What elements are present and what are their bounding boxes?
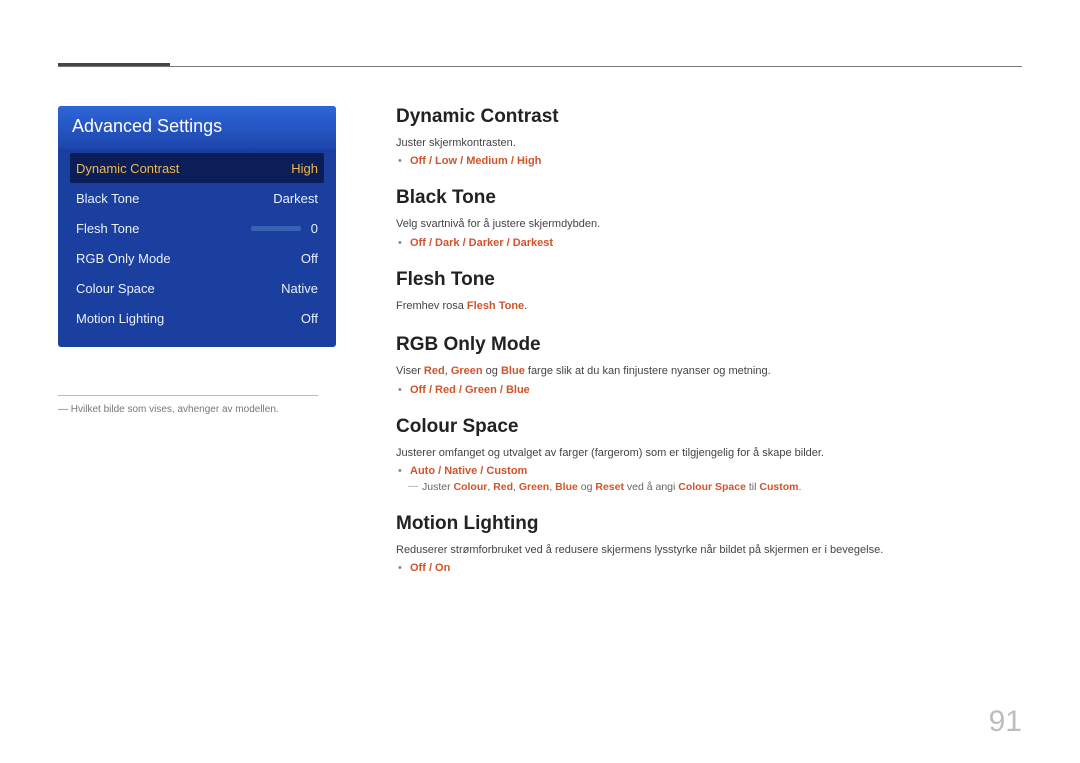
section-options: Auto / Native / Custom bbox=[410, 465, 1022, 477]
text-highlight: Blue bbox=[501, 365, 525, 377]
text: Fremhev rosa bbox=[396, 300, 467, 312]
text: Viser bbox=[396, 365, 424, 377]
section-colour-space: Colour Space Justerer omfanget og utvalg… bbox=[396, 416, 1022, 493]
row-black-tone[interactable]: Black Tone Darkest bbox=[70, 183, 324, 213]
slider-track[interactable] bbox=[251, 226, 301, 231]
section-title: Motion Lighting bbox=[396, 513, 1022, 535]
divider bbox=[58, 395, 318, 396]
text: . bbox=[798, 481, 801, 493]
section-title: RGB Only Mode bbox=[396, 334, 1022, 356]
text-highlight: Green bbox=[519, 481, 549, 493]
row-flesh-tone[interactable]: Flesh Tone 0 bbox=[70, 213, 324, 243]
section-options: Off / On bbox=[410, 562, 1022, 574]
section-dynamic-contrast: Dynamic Contrast Juster skjermkontrasten… bbox=[396, 106, 1022, 167]
row-value: Darkest bbox=[273, 191, 318, 206]
text-highlight: Blue bbox=[555, 481, 578, 493]
text: Juster bbox=[422, 481, 454, 493]
section-options: Off / Low / Medium / High bbox=[410, 155, 1022, 167]
panel-title: Advanced Settings bbox=[58, 106, 336, 149]
text: og bbox=[578, 481, 596, 493]
footnote-dash: ― bbox=[58, 404, 68, 415]
text-highlight: Custom bbox=[759, 481, 798, 493]
section-title: Flesh Tone bbox=[396, 269, 1022, 291]
row-colour-space[interactable]: Colour Space Native bbox=[70, 273, 324, 303]
text: farge slik at du kan finjustere nyanser … bbox=[525, 365, 771, 377]
section-title: Black Tone bbox=[396, 187, 1022, 209]
section-desc: Reduserer strømforbruket ved å redusere … bbox=[396, 543, 1022, 558]
slider-value: 0 bbox=[311, 221, 318, 236]
section-rgb-only-mode: RGB Only Mode Viser Red, Green og Blue f… bbox=[396, 334, 1022, 395]
row-dynamic-contrast[interactable]: Dynamic Contrast High bbox=[70, 153, 324, 183]
section-desc: Juster skjermkontrasten. bbox=[396, 136, 1022, 151]
section-desc: Velg svartnivå for å justere skjermdybde… bbox=[396, 217, 1022, 232]
text-highlight: Reset bbox=[595, 481, 624, 493]
text-highlight: Flesh Tone bbox=[467, 300, 524, 312]
text-highlight: Colour Space bbox=[678, 481, 746, 493]
row-label: Dynamic Contrast bbox=[76, 161, 179, 176]
text-highlight: Green bbox=[451, 365, 483, 377]
section-flesh-tone: Flesh Tone Fremhev rosa Flesh Tone. bbox=[396, 269, 1022, 314]
text: . bbox=[524, 300, 527, 312]
text: og bbox=[483, 365, 501, 377]
row-value: 0 bbox=[251, 221, 318, 236]
section-options: Off / Red / Green / Blue bbox=[410, 384, 1022, 396]
panel-footnote: ― Hvilket bilde som vises, avhenger av m… bbox=[58, 404, 336, 415]
row-value: High bbox=[291, 161, 318, 176]
settings-panel: Advanced Settings Dynamic Contrast High … bbox=[58, 106, 336, 347]
header-rule bbox=[58, 66, 1022, 67]
section-note: Juster Colour, Red, Green, Blue og Reset… bbox=[410, 481, 1022, 493]
section-desc: Fremhev rosa Flesh Tone. bbox=[396, 299, 1022, 314]
section-desc: Viser Red, Green og Blue farge slik at d… bbox=[396, 364, 1022, 379]
row-value: Native bbox=[281, 281, 318, 296]
footnote-text: Hvilket bilde som vises, avhenger av mod… bbox=[71, 404, 279, 415]
text-highlight: Red bbox=[493, 481, 513, 493]
section-desc: Justerer omfanget og utvalget av farger … bbox=[396, 446, 1022, 461]
row-rgb-only-mode[interactable]: RGB Only Mode Off bbox=[70, 243, 324, 273]
row-label: Colour Space bbox=[76, 281, 155, 296]
row-value: Off bbox=[301, 251, 318, 266]
panel-rows: Dynamic Contrast High Black Tone Darkest… bbox=[58, 149, 336, 333]
row-label: RGB Only Mode bbox=[76, 251, 171, 266]
row-label: Motion Lighting bbox=[76, 311, 164, 326]
page-number: 91 bbox=[989, 705, 1022, 739]
text-highlight: Red bbox=[424, 365, 445, 377]
row-motion-lighting[interactable]: Motion Lighting Off bbox=[70, 303, 324, 333]
text: ved å angi bbox=[624, 481, 678, 493]
section-title: Dynamic Contrast bbox=[396, 106, 1022, 128]
row-label: Flesh Tone bbox=[76, 221, 139, 236]
text: til bbox=[746, 481, 759, 493]
row-value: Off bbox=[301, 311, 318, 326]
section-title: Colour Space bbox=[396, 416, 1022, 438]
section-options: Off / Dark / Darker / Darkest bbox=[410, 237, 1022, 249]
row-label: Black Tone bbox=[76, 191, 139, 206]
section-motion-lighting: Motion Lighting Reduserer strømforbruket… bbox=[396, 513, 1022, 574]
section-black-tone: Black Tone Velg svartnivå for å justere … bbox=[396, 187, 1022, 248]
text-highlight: Colour bbox=[454, 481, 488, 493]
